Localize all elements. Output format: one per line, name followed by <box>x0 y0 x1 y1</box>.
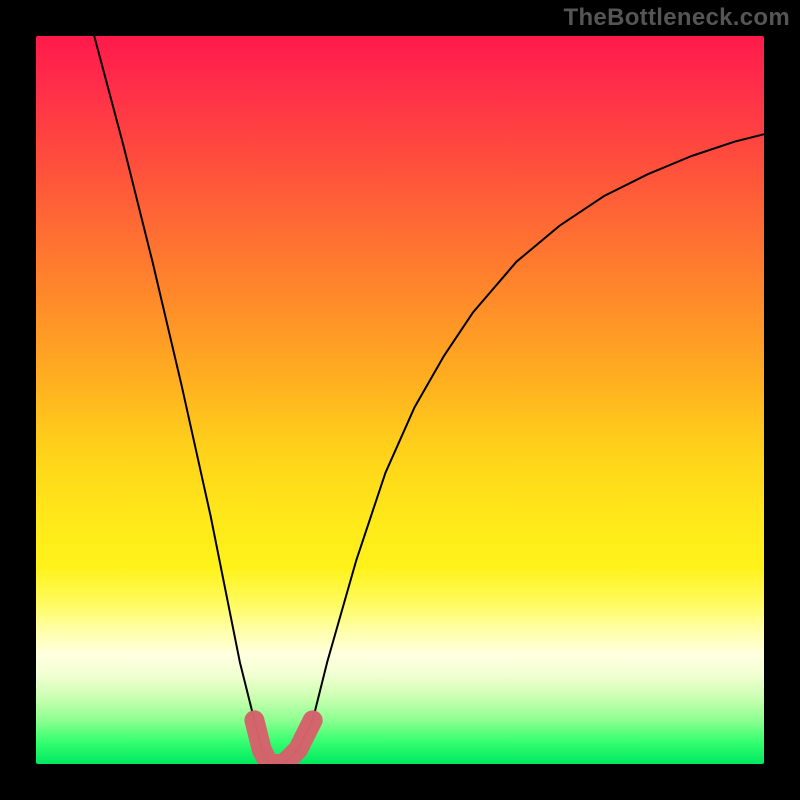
chart-stage: TheBottleneck.com <box>0 0 800 800</box>
watermark-text: TheBottleneck.com <box>564 4 790 32</box>
bottleneck-curve <box>94 36 764 764</box>
optimal-band-highlight <box>254 720 312 764</box>
curve-layer <box>36 36 764 764</box>
plot-area <box>36 36 764 764</box>
